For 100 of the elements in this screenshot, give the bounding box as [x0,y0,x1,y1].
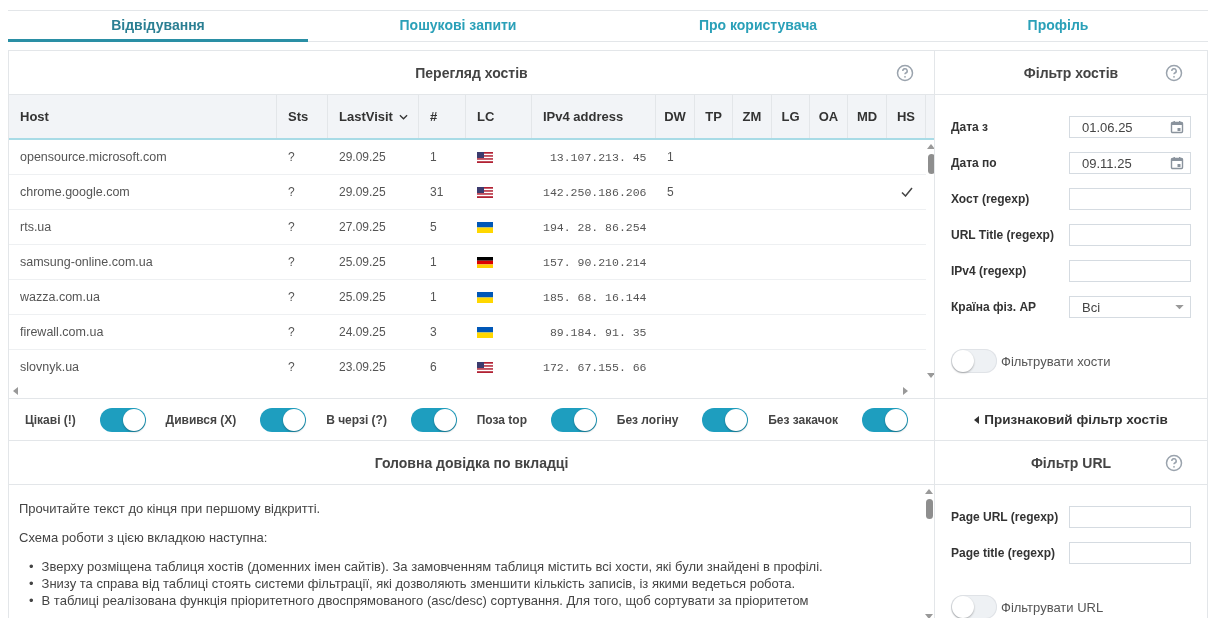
table-cell-text: 23.09.25 [338,359,387,376]
bullet: • [29,592,34,610]
column-header[interactable]: OA [810,95,848,138]
table-cell-text: ? [287,219,296,236]
switch-label: Дивився (X) [165,412,237,427]
table-cell-text: samsung-online.com.ua [19,254,154,271]
switch-label: Без логіну [616,412,679,427]
table-cell-text: 29.09.25 [338,149,387,166]
date-field[interactable]: 01.06.25 [1069,116,1191,138]
field-label: Хост (regexp) [951,192,1030,206]
column-header[interactable]: HS [887,95,926,138]
date-field[interactable]: 09.11.25 [1069,152,1191,174]
table-cell: 172. 67.155. 66 [543,360,647,374]
input-field[interactable] [1069,542,1191,564]
feature-filter-button[interactable]: Признаковий фільтр хостів [935,398,1207,441]
column-header[interactable]: IPv4 address [532,95,656,138]
help-list-item: Зверху розміщена таблиця хостів (доменних імен сайтів). За замовченням таблиця містить всі хости, які були знайдені в профілі. [41,559,823,576]
table-cell-text: slovnyk.ua [19,359,81,376]
table-cell: 142.250.186.206 [543,185,647,199]
caret-icon [1175,304,1184,310]
panel-title: Фільтр URL [1030,454,1112,471]
column-header[interactable]: MD [848,95,887,138]
table-cell-text: 5 [429,219,438,236]
toggle-switch[interactable] [551,407,597,432]
toggle-switch[interactable] [410,407,457,432]
toggle-switch[interactable] [702,407,749,432]
field-label: Країна фіз. AP [951,300,1037,314]
calendar-icon[interactable] [1170,120,1184,134]
panel-title: Головна довідка по вкладці [374,454,569,471]
table-cell-text: 31 [429,184,445,201]
field-label: URL Title (regexp) [951,228,1054,242]
table-cell-text: rts.ua [19,219,53,236]
field-label: Дата з [951,120,989,134]
table-cell-text: 89.184. 91. 35 [548,325,647,339]
table-cell-text: 1 [429,289,438,306]
help-list-item: Знизу та справа від таблиці стоять системи фільтрації, які дозволяють зменшити кількість записів, із якими ведеться робота. [41,575,796,593]
table-cell-text: 25.09.25 [338,254,387,271]
field-label: Дата по [951,156,997,170]
table-cell: 1 [667,150,674,164]
bullet: • [29,575,34,593]
input-field[interactable] [1069,224,1191,246]
table-cell-text: 6 [429,359,438,376]
table-cell-text: ? [287,289,296,306]
switch-label: Без закачок [768,412,838,427]
table-cell-text: firewall.com.ua [19,324,105,341]
input-field[interactable] [1069,260,1191,282]
table-cell-text: 24.09.25 [338,324,387,341]
table-cell-text: 29.09.25 [338,184,387,201]
tab[interactable]: Відвідування [8,11,308,42]
table-cell-text: ? [287,359,296,376]
toggle-switch[interactable] [260,407,307,432]
column-header[interactable]: ZM [733,95,772,138]
column-header[interactable]: Host [9,95,277,138]
help-list-item: В таблиці реалізована функція пріоритетного двоспрямованого (asc/desc) сортування. Для того, щоб сортувати за пріоритетом [41,592,809,610]
bullet: • [29,559,34,576]
table-cell: 185. 68. 16.144 [543,290,647,304]
caret-icon [974,415,980,424]
toggle-switch[interactable] [861,407,908,432]
toggle-switch[interactable] [951,595,997,618]
switch-label: Поза top [476,412,527,427]
table-cell-text: ? [287,149,296,166]
column-header[interactable]: # [419,95,466,138]
help-paragraph: Прочитайте текст до кінця при першому відкритті. [19,501,322,516]
column-header[interactable]: LC [466,95,532,138]
column-header[interactable]: LastVisit [328,95,419,138]
table-cell: 194. 28. 86.254 [543,220,647,234]
field-label: IPv4 (regexp) [951,264,1027,278]
panel-title: Перегляд хостів [415,64,528,81]
calendar-icon[interactable] [1170,156,1184,170]
table-cell: 5 [667,185,674,199]
column-header[interactable]: Sts [277,95,328,138]
table-cell-text: 25.09.25 [338,289,387,306]
column-header[interactable]: TP [695,95,733,138]
dropdown[interactable]: Всі [1069,296,1191,318]
column-header[interactable]: DW [656,95,695,138]
input-field[interactable] [1069,188,1191,210]
panel-title: Фільтр хостів [1023,64,1119,81]
column-header[interactable]: LG [772,95,810,138]
table-cell-text: 1 [429,149,438,166]
table-cell-text: ? [287,184,296,201]
table-cell-text: wazza.com.ua [19,289,101,306]
switch-label: В черзі (?) [326,412,387,427]
table-cell-text: 27.09.25 [338,219,387,236]
table-cell: 157. 90.210.214 [543,255,647,269]
help-icon[interactable] [1165,64,1183,82]
field-label: Page URL (regexp) [951,510,1059,524]
table-cell-text: opensource.microsoft.com [19,149,168,166]
table-cell-text: ? [287,254,296,271]
help-icon[interactable] [896,64,914,82]
help-paragraph: Схема роботи з цією вкладкою наступна: [19,530,269,545]
switch-label: Цікаві (!) [25,412,76,427]
toggle-switch[interactable] [99,407,146,432]
field-label: Page title (regexp) [951,546,1056,560]
table-cell-text: ? [287,324,296,341]
toggle-switch[interactable] [951,349,997,373]
toggle-label: Фільтрувати URL [1001,599,1104,615]
input-field[interactable] [1069,506,1191,528]
table-cell-text: 1 [429,254,438,271]
help-icon[interactable] [1165,454,1183,472]
table-cell-text: 3 [429,324,438,341]
